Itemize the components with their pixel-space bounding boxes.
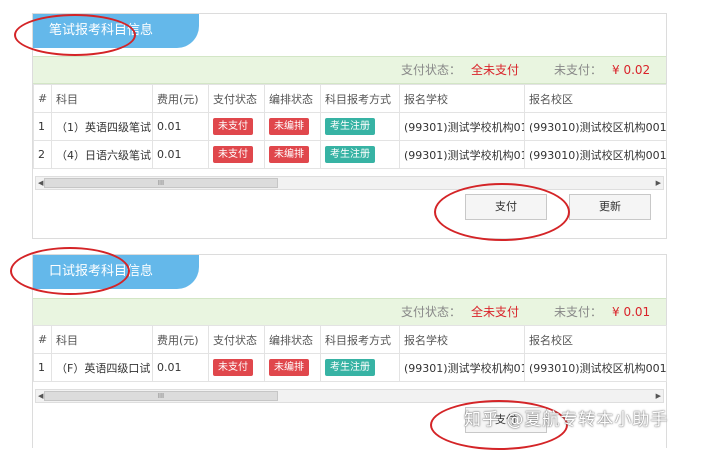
col-arrange-status: 编排状态	[264, 325, 321, 354]
apply-method-badge: 考生注册	[325, 359, 375, 376]
unpaid-amount: ¥ 0.01	[612, 305, 651, 319]
unpaid-label: 未支付：	[554, 63, 603, 77]
apply-method-badge: 考生注册	[325, 118, 375, 135]
row-school: (99301)测试学校机构01	[399, 353, 525, 382]
payment-status-label: 支付状态：	[401, 63, 462, 77]
payment-status-label: 支付状态：	[401, 305, 462, 319]
written-payment-status-bar: 支付状态： 全未支付 未支付： ¥ 0.02	[33, 56, 666, 84]
col-fee: 费用(元)	[152, 84, 209, 113]
written-table-scrollbar[interactable]: ◀ III ▶	[35, 176, 664, 190]
pay-status-badge: 未支付	[213, 118, 253, 135]
scroll-right-arrow-icon[interactable]: ▶	[656, 390, 661, 402]
annotation-circle	[14, 14, 136, 56]
table-row[interactable]: 2 （4）日语六级笔试 0.01 未支付 未编排 考生注册 (99301)测试学…	[33, 140, 667, 169]
col-arrange-status: 编排状态	[264, 84, 321, 113]
scroll-grip: III	[157, 392, 165, 400]
col-pay-status: 支付状态	[208, 325, 265, 354]
row-fee: 0.01	[152, 140, 209, 169]
annotation-circle	[10, 247, 130, 295]
written-subjects-table: # 科目 费用(元) 支付状态 编排状态 科目报考方式 报名学校 报名校区 1 …	[33, 84, 667, 169]
scroll-grip: III	[157, 179, 165, 187]
table-row[interactable]: 1 （F）英语四级口试 0.01 未支付 未编排 考生注册 (99301)测试学…	[33, 353, 667, 382]
row-index: 1	[33, 112, 52, 141]
annotation-circle	[434, 183, 570, 241]
row-index: 2	[33, 140, 52, 169]
row-campus: (993010)测试校区机构001	[524, 353, 667, 382]
col-school: 报名学校	[399, 325, 525, 354]
pay-status-badge: 未支付	[213, 146, 253, 163]
scroll-left-arrow-icon[interactable]: ◀	[38, 390, 43, 402]
table-header-row: # 科目 费用(元) 支付状态 编排状态 科目报考方式 报名学校 报名校区	[33, 84, 667, 113]
arrange-status-badge: 未编排	[269, 118, 309, 135]
row-school: (99301)测试学校机构01	[399, 112, 525, 141]
table-row[interactable]: 1 （1）英语四级笔试 0.01 未支付 未编排 考生注册 (99301)测试学…	[33, 112, 667, 141]
row-campus: (993010)测试校区机构001	[524, 140, 667, 169]
pay-status-badge: 未支付	[213, 359, 253, 376]
arrange-status-badge: 未编排	[269, 146, 309, 163]
row-fee: 0.01	[152, 353, 209, 382]
payment-status-value: 全未支付	[471, 305, 520, 319]
row-subject: （4）日语六级笔试	[51, 140, 153, 169]
row-fee: 0.01	[152, 112, 209, 141]
row-school: (99301)测试学校机构01	[399, 140, 525, 169]
watermark: 知乎 @夏航专转本小助手	[464, 410, 669, 430]
scroll-thumb[interactable]: III	[44, 391, 278, 401]
oral-subjects-table: # 科目 费用(元) 支付状态 编排状态 科目报考方式 报名学校 报名校区 1 …	[33, 325, 667, 382]
oral-payment-status-bar: 支付状态： 全未支付 未支付： ¥ 0.01	[33, 298, 666, 326]
col-subject: 科目	[51, 84, 153, 113]
col-subject: 科目	[51, 325, 153, 354]
col-apply-method: 科目报考方式	[320, 84, 400, 113]
col-pay-status: 支付状态	[208, 84, 265, 113]
col-index: #	[33, 325, 52, 354]
payment-status-value: 全未支付	[471, 63, 520, 77]
col-campus: 报名校区	[524, 325, 667, 354]
col-apply-method: 科目报考方式	[320, 325, 400, 354]
row-subject: （F）英语四级口试	[51, 353, 153, 382]
table-header-row: # 科目 费用(元) 支付状态 编排状态 科目报考方式 报名学校 报名校区	[33, 325, 667, 354]
scroll-right-arrow-icon[interactable]: ▶	[656, 177, 661, 189]
col-fee: 费用(元)	[152, 325, 209, 354]
unpaid-amount: ¥ 0.02	[612, 63, 651, 77]
row-index: 1	[33, 353, 52, 382]
arrange-status-badge: 未编排	[269, 359, 309, 376]
written-exam-panel: 笔试报考科目信息 支付状态： 全未支付 未支付： ¥ 0.02 # 科目 费用(…	[32, 13, 667, 239]
refresh-button[interactable]: 更新	[569, 194, 651, 220]
row-subject: （1）英语四级笔试	[51, 112, 153, 141]
col-school: 报名学校	[399, 84, 525, 113]
col-campus: 报名校区	[524, 84, 667, 113]
scroll-left-arrow-icon[interactable]: ◀	[38, 177, 43, 189]
oral-table-scrollbar[interactable]: ◀ III ▶	[35, 389, 664, 403]
unpaid-label: 未支付：	[554, 305, 603, 319]
row-campus: (993010)测试校区机构001	[524, 112, 667, 141]
apply-method-badge: 考生注册	[325, 146, 375, 163]
col-index: #	[33, 84, 52, 113]
scroll-thumb[interactable]: III	[44, 178, 278, 188]
